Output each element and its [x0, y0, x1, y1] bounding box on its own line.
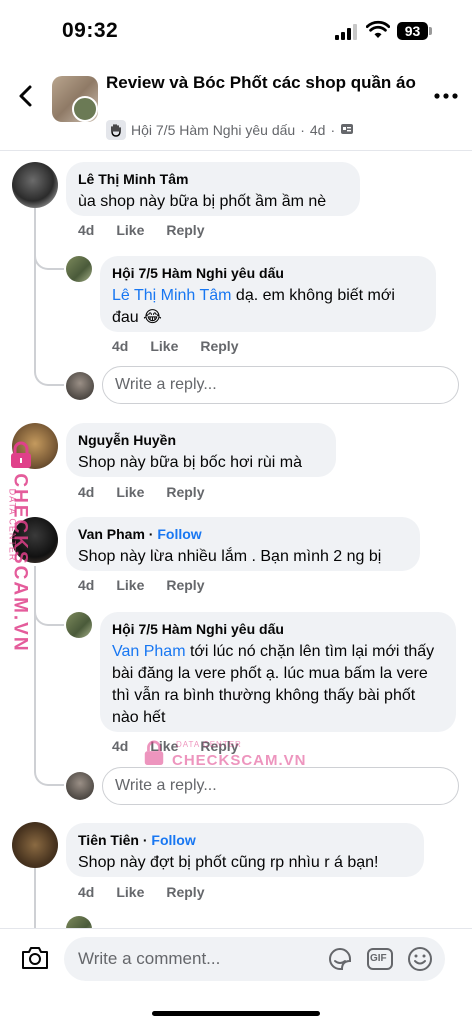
comment-placeholder: Write a comment...: [78, 949, 221, 968]
comment-author: Van Pham · Follow: [78, 526, 202, 542]
emoji-button[interactable]: [406, 945, 434, 973]
back-button[interactable]: [12, 80, 40, 112]
reply-age: 4d: [112, 738, 129, 754]
waving-hand-icon: [106, 120, 126, 140]
watermark-brand: CHECKSCAM.VN: [9, 473, 31, 653]
comment-age: 4d: [78, 222, 95, 238]
comment-text: ùa shop này bữa bị phốt ầm ầm nè: [78, 193, 327, 210]
like-button[interactable]: Like: [116, 222, 144, 238]
reply-text: Lê Thị Minh Tâm dạ. em không biết mới đa…: [112, 285, 424, 329]
comment-composer: Write a comment... GIF: [0, 928, 472, 1024]
sticker-icon: [328, 948, 351, 970]
watermark-center: DATA CENTER CHECKSCAM.VN: [142, 734, 306, 774]
comment-bubble: Nguyễn Huyền Shop này bữa bị bốc hơi rùi…: [66, 423, 336, 477]
reply-button[interactable]: Reply: [166, 884, 204, 900]
watermark-tagline: DATA CENTER: [176, 740, 242, 749]
comment-bubble: Lê Thị Minh Tâm ùa shop này bữa bị phốt …: [66, 162, 360, 216]
comment-actions: 4d Like Reply: [78, 577, 204, 593]
gif-button[interactable]: GIF: [366, 945, 394, 973]
wifi-icon: [365, 20, 391, 40]
battery-indicator: 93: [397, 22, 428, 40]
meta-separator: ·: [330, 122, 336, 138]
comment-actions: 4d Like Reply: [78, 884, 204, 900]
reply-actions: 4d Like Reply: [112, 338, 238, 354]
reply-input[interactable]: Write a reply...: [102, 366, 459, 404]
comment-text: Shop này lừa nhiều lắm . Bạn mình 2 ng b…: [78, 548, 382, 565]
camera-icon: [22, 947, 48, 969]
cellular-signal-icon: [335, 24, 357, 40]
group-title[interactable]: Review và Bóc Phốt các shop quần áo: [106, 72, 416, 93]
sticker-button[interactable]: [326, 945, 354, 973]
like-button[interactable]: Like: [116, 577, 144, 593]
post-author-name[interactable]: Hội 7/5 Hàm Nghi yêu dấu: [131, 122, 295, 138]
comment-author: Tiên Tiên · Follow: [78, 832, 196, 848]
thread-connector: [34, 230, 64, 270]
home-indicator: [152, 1011, 320, 1016]
group-privacy-icon: [340, 122, 354, 139]
comment-author[interactable]: Lê Thị Minh Tâm: [78, 170, 348, 189]
comment-age: 4d: [78, 484, 95, 500]
comment-input[interactable]: Write a comment... GIF: [64, 937, 445, 981]
reply-button[interactable]: Reply: [166, 484, 204, 500]
follow-button[interactable]: Follow: [151, 832, 195, 848]
chevron-left-icon: [19, 85, 32, 107]
meta-separator: ·: [300, 122, 305, 138]
reply-author[interactable]: Hội 7/5 Hàm Nghi yêu dấu: [112, 620, 444, 639]
like-button[interactable]: Like: [150, 338, 178, 354]
comment-age: 4d: [78, 577, 95, 593]
post-meta: Hội 7/5 Hàm Nghi yêu dấu · 4d ·: [106, 120, 406, 140]
thread-line: [34, 866, 36, 928]
commenter-avatar[interactable]: [12, 162, 58, 208]
status-bar: 09:32 93: [0, 0, 472, 58]
reply-bubble: Hội 7/5 Hàm Nghi yêu dấu Van Pham tới lú…: [100, 612, 456, 732]
comment-text: Shop này bữa bị bốc hơi rùi mà: [78, 454, 302, 471]
watermark-lock-icon: [8, 440, 34, 470]
reply-button[interactable]: Reply: [200, 338, 238, 354]
comment-actions: 4d Like Reply: [78, 222, 204, 238]
reply-author[interactable]: Hội 7/5 Hàm Nghi yêu dấu: [112, 264, 424, 283]
comment-bubble: Van Pham · Follow Shop này lừa nhiều lắm…: [66, 517, 420, 571]
commenter-avatar[interactable]: [12, 822, 58, 868]
comment-author-name[interactable]: Van Pham: [78, 526, 145, 542]
comment-text: Shop này đợt bị phốt cũng rp nhìu r á bạ…: [78, 854, 379, 871]
battery-tip: [429, 27, 432, 35]
reply-text: Van Pham tới lúc nó chặn lên tìm lại mới…: [112, 641, 444, 729]
reply-author-avatar[interactable]: [66, 612, 92, 638]
reply-button[interactable]: Reply: [166, 577, 204, 593]
comment-age: 4d: [78, 884, 95, 900]
current-user-avatar: [66, 372, 94, 400]
more-options-button[interactable]: [432, 82, 460, 110]
smiley-icon: [408, 947, 432, 971]
mention-link[interactable]: Lê Thị Minh Tâm: [112, 287, 231, 304]
thread-connector: [34, 586, 64, 626]
more-horizontal-icon: [434, 93, 458, 99]
header-divider: [0, 150, 472, 151]
reply-author-avatar[interactable]: [66, 256, 92, 282]
watermark-brand: CHECKSCAM.VN: [172, 752, 307, 769]
comment-actions: 4d Like Reply: [78, 484, 204, 500]
reply-age: 4d: [112, 338, 129, 354]
follow-button[interactable]: Follow: [157, 526, 201, 542]
author-avatar[interactable]: [72, 96, 98, 122]
post-header: Review và Bóc Phốt các shop quần áo Hội …: [0, 58, 472, 150]
like-button[interactable]: Like: [116, 484, 144, 500]
thread-connector: [34, 358, 64, 386]
thread-connector: [34, 756, 64, 786]
camera-button[interactable]: [20, 945, 50, 971]
status-time: 09:32: [62, 19, 119, 42]
comment-author[interactable]: Nguyễn Huyền: [78, 431, 324, 450]
comment-author-name[interactable]: Tiên Tiên: [78, 832, 139, 848]
post-age: 4d: [309, 122, 326, 138]
reply-button[interactable]: Reply: [166, 222, 204, 238]
gif-label: GIF: [370, 953, 387, 964]
reply-bubble: Hội 7/5 Hàm Nghi yêu dấu Lê Thị Minh Tâm…: [100, 256, 436, 332]
current-user-avatar: [66, 772, 94, 800]
mention-link[interactable]: Van Pham: [112, 643, 186, 660]
comment-bubble: Tiên Tiên · Follow Shop này đợt bị phốt …: [66, 823, 424, 877]
like-button[interactable]: Like: [116, 884, 144, 900]
